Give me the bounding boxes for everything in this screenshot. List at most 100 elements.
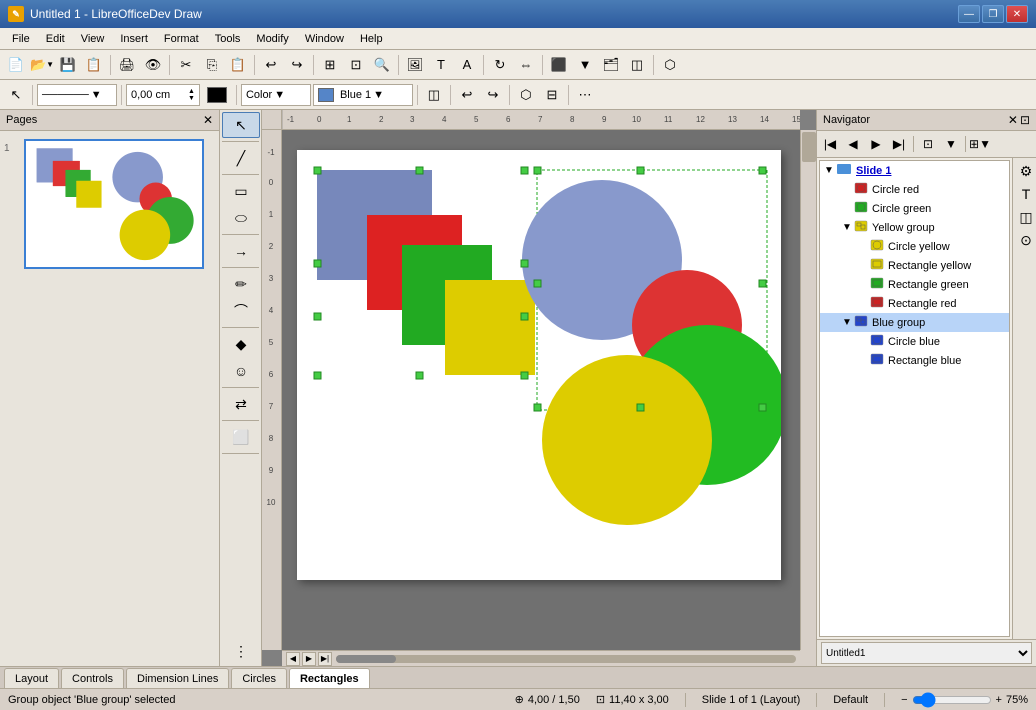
menu-help[interactable]: Help (352, 28, 391, 49)
slide-thumbnail[interactable] (24, 139, 204, 269)
text-button[interactable]: T (429, 53, 453, 77)
smiley-tool[interactable]: ☺ (222, 358, 260, 384)
navigator-tree[interactable]: ▼ Slide 1 Circle red (819, 160, 1010, 637)
3d-shapes[interactable]: ⬜ (222, 424, 260, 450)
nav-display-dropdown[interactable]: ⊞▼ (969, 133, 991, 155)
arrow-shapes[interactable]: ⇄ (222, 391, 260, 417)
grid-button[interactable]: ⊞ (318, 53, 342, 77)
navigator-detach[interactable]: ⊡ (1020, 113, 1030, 127)
tab-dimension-lines[interactable]: Dimension Lines (126, 668, 229, 688)
close-button[interactable]: ✕ (1006, 5, 1028, 23)
copy-button[interactable]: ⎘ (200, 53, 224, 77)
nav-drag-mode[interactable]: ⊡ (917, 133, 939, 155)
cut-button[interactable]: ✂ (174, 53, 198, 77)
slide-nav-buttons[interactable]: ◀ ▶ ▶| (286, 652, 332, 666)
window-controls[interactable]: — ❐ ✕ (958, 5, 1028, 23)
navigator-doc-select[interactable]: Untitled1 (821, 642, 1032, 664)
line-width-field[interactable]: ▲ ▼ (126, 84, 200, 106)
mirror-button[interactable]: ⇔ (514, 53, 538, 77)
preview-button[interactable]: 👁 (141, 53, 165, 77)
fill-color-dropdown[interactable]: Blue 1▼ (313, 84, 413, 106)
zoom-slider[interactable] (912, 692, 992, 708)
rect-tool[interactable]: ▭ (222, 178, 260, 204)
transform-button[interactable]: ⬡ (514, 83, 538, 107)
paste-button[interactable]: 📋 (226, 53, 250, 77)
menu-insert[interactable]: Insert (112, 28, 156, 49)
menu-modify[interactable]: Modify (248, 28, 296, 49)
tab-controls[interactable]: Controls (61, 668, 124, 688)
line-width-input[interactable] (131, 89, 186, 101)
zoom-in-icon[interactable]: + (996, 694, 1002, 706)
print-button[interactable]: 🖨 (115, 53, 139, 77)
undo2-button[interactable]: ↩ (455, 83, 479, 107)
canvas-scroll[interactable] (282, 130, 800, 650)
rotate-button[interactable]: ↻ (488, 53, 512, 77)
tree-rect-blue[interactable]: Rectangle blue (820, 351, 1009, 370)
menu-view[interactable]: View (73, 28, 113, 49)
tree-circle-green[interactable]: Circle green (820, 199, 1009, 218)
fontwork-button[interactable]: A (455, 53, 479, 77)
zoom-button[interactable]: 🔍 (370, 53, 394, 77)
minimize-button[interactable]: — (958, 5, 980, 23)
more-options[interactable]: ⋯ (573, 83, 597, 107)
nav-tool-4[interactable]: ⊙ (1015, 229, 1036, 251)
pdf-button[interactable]: 📋 (82, 53, 106, 77)
nav-first-btn[interactable]: |◀ (819, 133, 841, 155)
shadow-button[interactable]: ◫ (625, 53, 649, 77)
nav-tool-1[interactable]: ⚙ (1015, 160, 1036, 182)
undo-button[interactable]: ↩ (259, 53, 283, 77)
tab-circles[interactable]: Circles (231, 668, 287, 688)
nav-tool-2[interactable]: T (1015, 183, 1036, 205)
menu-edit[interactable]: Edit (38, 28, 73, 49)
menu-tools[interactable]: Tools (207, 28, 249, 49)
open-dropdown[interactable]: 📂▼ (30, 53, 54, 77)
slide1-toggle[interactable]: ▼ (822, 164, 836, 178)
scrollbar-h-thumb[interactable] (336, 655, 396, 663)
line-tool[interactable]: ╱ (222, 145, 260, 171)
tree-circle-red[interactable]: Circle red (820, 180, 1009, 199)
nav-prev-btn[interactable]: ◀ (842, 133, 864, 155)
bg-toggle[interactable]: ▼ (840, 316, 854, 330)
arrow-tool[interactable]: → (222, 238, 260, 264)
maximize-button[interactable]: ❐ (982, 5, 1004, 23)
arrange-button[interactable]: 🗂 (599, 53, 623, 77)
zoom-out-icon[interactable]: − (901, 694, 907, 706)
new-button[interactable]: 📄 (4, 53, 28, 77)
scrollbar-v-thumb[interactable] (802, 132, 816, 162)
next-slide-button[interactable]: ▶ (302, 652, 316, 666)
menu-format[interactable]: Format (156, 28, 207, 49)
status-zoom-area[interactable]: − + 75% (901, 692, 1028, 708)
redo-button[interactable]: ↪ (285, 53, 309, 77)
connectors-tool[interactable]: ⌒ (222, 298, 260, 324)
tree-rect-red[interactable]: Rectangle red (820, 294, 1009, 313)
save-button[interactable]: 💾 (56, 53, 80, 77)
select-tool[interactable]: ↖ (222, 112, 260, 138)
tree-yellow-group[interactable]: ▼ Yellow group (820, 218, 1009, 237)
align-button[interactable]: ⬛ (547, 53, 571, 77)
ellipse-tool[interactable]: ⬭ (222, 205, 260, 231)
tree-blue-group[interactable]: ▼ Blue group (820, 313, 1009, 332)
fill-type-dropdown[interactable]: Color▼ (241, 84, 311, 106)
scrollbar-horizontal[interactable]: ◀ ▶ ▶| (282, 650, 800, 666)
tab-rectangles[interactable]: Rectangles (289, 668, 370, 688)
slide-canvas[interactable] (297, 150, 781, 580)
tree-slide1[interactable]: ▼ Slide 1 (820, 161, 1009, 180)
menu-file[interactable]: File (4, 28, 38, 49)
redo2-button[interactable]: ↪ (481, 83, 505, 107)
line-width-spinner[interactable]: ▲ ▼ (188, 88, 195, 102)
nav-next-btn[interactable]: ▶ (865, 133, 887, 155)
scrollbar-h-track[interactable] (336, 655, 796, 663)
yg-toggle[interactable]: ▼ (840, 221, 854, 235)
shadow-toggle[interactable]: ◫ (422, 83, 446, 107)
tree-rect-green[interactable]: Rectangle green (820, 275, 1009, 294)
position-size-button[interactable]: ⊟ (540, 83, 564, 107)
pages-panel-close[interactable]: ✕ (203, 113, 213, 127)
expand-tool[interactable]: ⋮ (222, 638, 260, 664)
navigator-close[interactable]: ✕ (1008, 113, 1018, 127)
scrollbar-vertical[interactable] (800, 130, 816, 650)
line-style-dropdown[interactable]: ──────▼ (37, 84, 117, 106)
mode-select[interactable]: ↖ (4, 83, 28, 107)
line-color-btn[interactable] (202, 83, 232, 107)
navigator-header-controls[interactable]: ✕ ⊡ (1008, 113, 1030, 127)
nav-drag-dropdown[interactable]: ▼ (940, 133, 962, 155)
